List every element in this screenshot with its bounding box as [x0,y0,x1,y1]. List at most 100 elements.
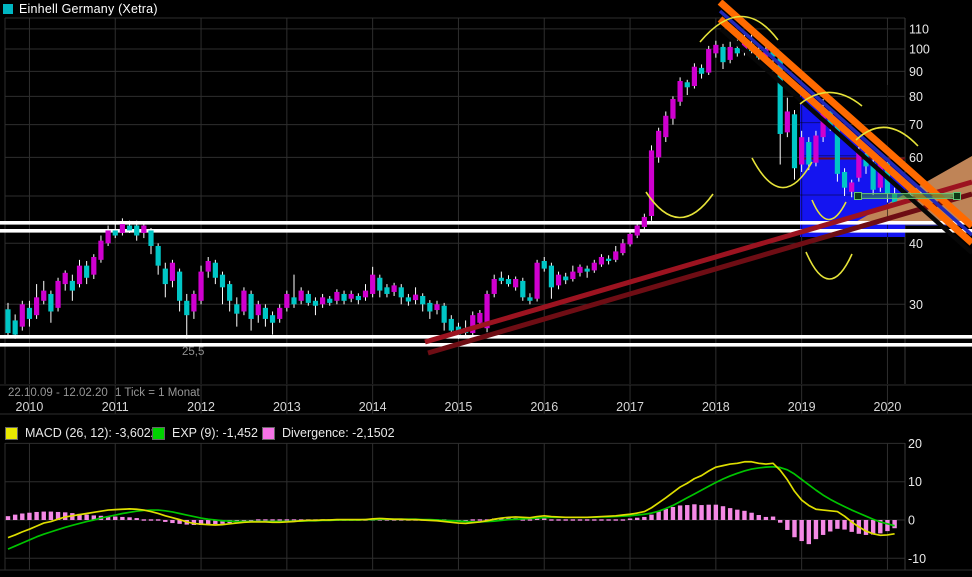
candle [384,287,389,294]
candle [270,315,275,323]
price-tick-label: 30 [909,298,923,312]
candle [213,263,218,278]
candle [434,304,439,310]
candle [63,273,68,284]
price-tick-label: 90 [909,65,923,79]
divergence-bar [20,513,24,520]
instrument-title: Einhell Germany (Xetra) [19,2,158,16]
divergence-bar [263,519,267,520]
divergence-bar [814,520,818,539]
divergence-bar [628,518,632,520]
candle [542,261,547,269]
divergence-bar [792,520,796,537]
candle [177,272,182,301]
candle [577,267,582,273]
ascending-trendline-lower[interactable] [428,194,972,353]
candle [599,257,604,264]
candles-layer [5,33,897,339]
year-label: 2016 [530,400,558,414]
macd-line [8,462,895,538]
divergence-bar [892,520,896,528]
candle [127,226,132,231]
candle [291,297,296,304]
candle [170,263,175,281]
divergence-bar [842,520,846,530]
candle [506,279,511,284]
candle [627,234,632,244]
candle [728,47,733,60]
candle [720,47,725,62]
macd-tick-label: 10 [908,475,922,489]
candle [120,224,125,233]
ascending-trendline-upper[interactable] [425,182,972,342]
candle [234,304,239,313]
divergence-bar [49,512,53,520]
year-label: 2012 [187,400,215,414]
divergence-bar [170,520,174,523]
candle [191,294,196,312]
divergence-bar [764,517,768,520]
labels-layer: 1101009080706050403020102011201220132014… [16,22,930,565]
divergence-bar [528,519,532,520]
candle [277,308,282,319]
candle [663,116,668,137]
divergence-bar [728,508,732,520]
divergence-bar [571,519,575,520]
candle [649,150,654,216]
divergence-bar [828,520,832,531]
macd-legend-item: MACD (26, 12): -3,6022 [5,426,158,440]
candle [5,309,10,333]
candle [356,296,361,300]
candle [520,281,525,297]
year-label: 2011 [102,400,129,414]
divergence-bar [742,511,746,520]
candle [620,243,625,253]
candle [13,320,18,334]
candle [556,275,561,286]
macd-tick-label: 20 [908,437,922,451]
candle [692,67,697,86]
macd-tick-label: -10 [908,552,926,566]
divergence-bar [821,520,825,535]
tick-interval-label: 1 Tick = 1 Monat [115,387,200,399]
divergence-bar [585,519,589,520]
divergence-bar [864,520,868,535]
divergence-bar [678,505,682,520]
candle [363,291,368,298]
divergence-bar [34,512,38,520]
year-label: 2018 [702,400,730,414]
measured-line[interactable] [855,193,961,200]
candle [249,294,254,319]
candle [20,304,25,326]
candle [806,142,811,165]
measured-line-handle[interactable] [855,193,862,200]
candle [635,226,640,236]
year-label: 2020 [874,400,902,414]
divergence-bar [735,510,739,520]
candle [141,226,146,233]
chart-canvas[interactable]: 1101009080706050403020102011201220132014… [0,0,972,577]
horizontal-sr-line[interactable] [0,343,972,347]
candle [813,136,818,163]
divergence-bar [42,512,46,520]
divergence-bar [721,506,725,520]
candle [499,278,504,281]
candle [549,266,554,288]
candle [699,68,704,74]
divergence-bar [478,519,482,520]
candle [84,266,89,278]
divergence-bar [542,518,546,520]
exp-legend-item: EXP (9): -1,452 [152,426,258,440]
candle [334,292,339,301]
price-tick-label: 60 [909,151,923,165]
price-tick-label: 40 [909,237,923,251]
support-level-label: 25,5 [182,346,204,358]
candle [399,287,404,297]
divergence-bar [163,520,167,522]
candle [34,297,39,315]
candle [220,275,225,288]
measured-line-handle[interactable] [954,193,961,200]
divergence-bar [578,519,582,520]
year-label: 2010 [16,400,44,414]
divergence-bar [149,519,153,520]
